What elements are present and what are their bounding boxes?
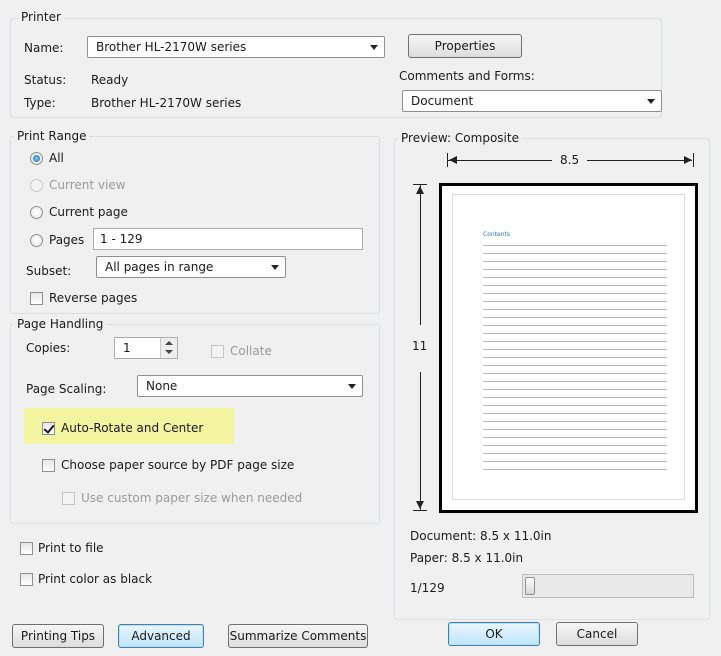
copies-label: Copies: <box>26 341 71 355</box>
collate-label[interactable]: Collate <box>230 343 272 359</box>
current-view-label[interactable]: Current view <box>49 177 126 193</box>
arrow-up-icon[interactable] <box>165 341 173 345</box>
slider-thumb[interactable] <box>525 577 535 595</box>
chevron-down-icon <box>647 99 655 104</box>
printer-group-title: Printer <box>18 10 64 24</box>
pages-radio[interactable] <box>30 234 43 247</box>
custom-paper-label[interactable]: Use custom paper size when needed <box>81 490 302 506</box>
page-scaling-value: None <box>146 379 178 393</box>
choose-paper-checkbox[interactable] <box>42 459 55 472</box>
cancel-button[interactable]: Cancel <box>556 622 638 646</box>
printer-name-value: Brother HL-2170W series <box>96 40 247 54</box>
paper-size: Paper: 8.5 x 11.0in <box>410 551 524 565</box>
subset-value: All pages in range <box>105 260 214 274</box>
chevron-down-icon <box>370 45 378 50</box>
auto-rotate-label[interactable]: Auto-Rotate and Center <box>61 420 203 436</box>
advanced-button[interactable]: Advanced <box>118 624 204 648</box>
page-handling-title: Page Handling <box>14 317 107 331</box>
reverse-pages-checkbox[interactable] <box>30 292 43 305</box>
all-radio[interactable] <box>30 152 43 165</box>
page-content: Contents <box>452 194 685 500</box>
pages-label[interactable]: Pages <box>49 232 84 248</box>
properties-button[interactable]: Properties <box>408 34 522 58</box>
comments-forms-value: Document <box>411 94 474 108</box>
auto-rotate-checkbox[interactable] <box>42 422 55 435</box>
status-value: Ready <box>91 73 129 87</box>
type-label: Type: <box>24 96 56 110</box>
preview-title: Preview: Composite <box>398 131 522 145</box>
height-label: 11 <box>412 339 428 353</box>
collate-checkbox[interactable] <box>211 345 224 358</box>
comments-forms-label: Comments and Forms: <box>399 69 535 83</box>
page-slider[interactable] <box>522 574 694 598</box>
page-scaling-label: Page Scaling: <box>26 382 107 396</box>
summarize-comments-button[interactable]: Summarize Comments <box>228 624 368 648</box>
copies-value: 1 <box>123 341 131 355</box>
pages-input[interactable]: 1 - 129 <box>93 228 363 250</box>
reverse-pages-label[interactable]: Reverse pages <box>49 290 137 306</box>
page-scaling-select[interactable]: None <box>137 375 363 397</box>
page-heading: Contents <box>483 231 510 238</box>
arrow-down-icon[interactable] <box>165 350 173 354</box>
document-size: Document: 8.5 x 11.0in <box>410 529 552 543</box>
custom-paper-checkbox[interactable] <box>62 492 75 505</box>
print-range-group <box>10 136 380 314</box>
printer-name-select[interactable]: Brother HL-2170W series <box>87 36 385 58</box>
type-value: Brother HL-2170W series <box>91 96 242 110</box>
subset-label: Subset: <box>26 264 72 278</box>
current-view-radio[interactable] <box>30 179 43 192</box>
subset-select[interactable]: All pages in range <box>96 256 286 278</box>
print-to-file-label[interactable]: Print to file <box>38 540 104 556</box>
choose-paper-label[interactable]: Choose paper source by PDF page size <box>61 457 294 473</box>
ok-button[interactable]: OK <box>448 622 540 646</box>
print-range-title: Print Range <box>14 129 90 143</box>
current-page-label[interactable]: Current page <box>49 204 128 220</box>
all-label[interactable]: All <box>49 150 64 166</box>
page-counter: 1/129 <box>410 581 445 595</box>
copies-stepper[interactable] <box>160 338 177 358</box>
print-color-black-checkbox[interactable] <box>20 573 33 586</box>
print-color-black-label[interactable]: Print color as black <box>38 571 152 587</box>
width-label: 8.5 <box>560 153 580 167</box>
print-dialog: Printer Name: Brother HL-2170W series St… <box>0 0 721 656</box>
chevron-down-icon <box>348 384 356 389</box>
status-label: Status: <box>24 73 67 87</box>
chevron-down-icon <box>271 265 279 270</box>
current-page-radio[interactable] <box>30 206 43 219</box>
page-preview: Contents <box>439 183 698 513</box>
comments-forms-select[interactable]: Document <box>402 90 662 112</box>
print-to-file-checkbox[interactable] <box>20 542 33 555</box>
printing-tips-button[interactable]: Printing Tips <box>12 624 104 648</box>
name-label: Name: <box>24 41 64 55</box>
right-bound-icon <box>693 153 694 167</box>
